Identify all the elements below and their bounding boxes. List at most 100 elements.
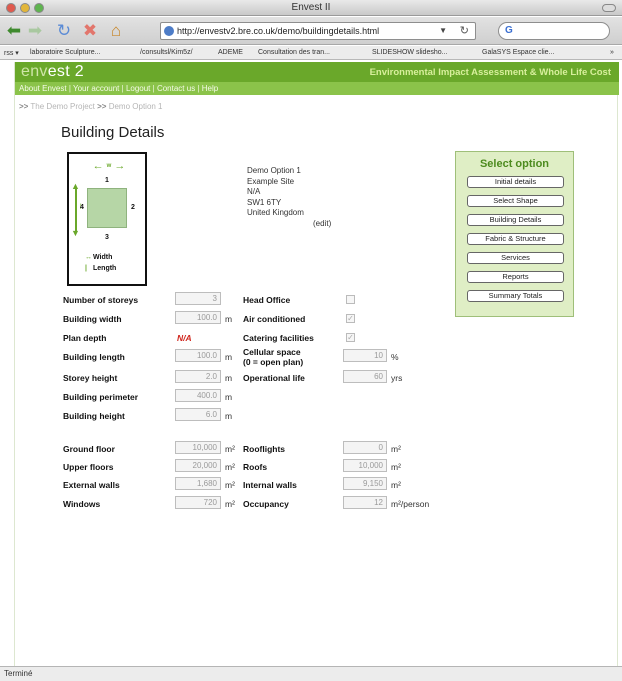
catering-facilities-label: Catering facilities — [243, 333, 314, 343]
bookmark-item[interactable]: laboratoire Sculpture... — [30, 49, 100, 56]
services-button[interactable]: Services — [467, 252, 564, 264]
internal-walls-unit: m² — [391, 480, 401, 490]
ground-floor-unit: m² — [225, 444, 235, 454]
select-shape-button[interactable]: Select Shape — [467, 195, 564, 207]
building-length-field[interactable]: 100.0 — [175, 349, 221, 362]
building-width-label: Building width — [63, 314, 122, 324]
occupancy-unit: m²/person — [391, 499, 430, 509]
nav-about-link[interactable]: About Envest — [19, 84, 67, 93]
external-walls-unit: m² — [225, 480, 235, 490]
bookmarks-overflow-icon[interactable]: » — [610, 49, 614, 56]
cellular-space-sublabel: (0 = open plan) — [243, 357, 304, 367]
upper-floors-label: Upper floors — [63, 462, 114, 472]
address-line: Demo Option 1 — [247, 166, 301, 175]
bookmark-item[interactable]: /consultsl/Kim5z/ — [140, 49, 193, 56]
site-logo[interactable]: envest 2 — [21, 63, 84, 81]
nav-contact-link[interactable]: Contact us — [157, 84, 195, 93]
logo-prefix: env — [21, 63, 48, 80]
operational-life-label: Operational life — [243, 373, 305, 383]
breadcrumb: >> The Demo Project >> Demo Option 1 — [19, 102, 163, 111]
bookmark-item[interactable]: GalaSYS Espace clie... — [482, 49, 554, 56]
cellular-space-field[interactable]: 10 — [343, 349, 387, 362]
width-key: ↔Width — [85, 254, 112, 261]
site-address: Demo Option 1 Example Site N/A SW1 6TY U… — [247, 166, 331, 228]
initial-details-button[interactable]: Initial details — [467, 176, 564, 188]
building-perimeter-field[interactable]: 400.0 — [175, 389, 221, 402]
bookmark-item[interactable]: Consultation des tran... — [258, 49, 330, 56]
site-tagline: Environmental Impact Assessment & Whole … — [369, 67, 611, 78]
cellular-space-label: Cellular space — [243, 347, 301, 357]
nav-separator: | — [68, 84, 71, 93]
bookmark-item[interactable]: rss ▾ — [4, 49, 19, 57]
status-bar: Terminé — [0, 666, 622, 681]
nav-help-link[interactable]: Help — [202, 84, 218, 93]
reports-button[interactable]: Reports — [467, 271, 564, 283]
plan-depth-label: Plan depth — [63, 333, 107, 343]
head-office-checkbox[interactable] — [346, 295, 355, 304]
address-reload-icon[interactable]: ↻ — [460, 23, 469, 39]
edit-address-link[interactable]: (edit) — [313, 219, 331, 230]
building-height-field[interactable]: 6.0 — [175, 408, 221, 421]
summary-totals-button[interactable]: Summary Totals — [467, 290, 564, 302]
rooflights-label: Rooflights — [243, 444, 286, 454]
roofs-label: Roofs — [243, 462, 268, 472]
rooflights-unit: m² — [391, 444, 401, 454]
air-conditioned-label: Air conditioned — [243, 314, 306, 324]
nav-logout-link[interactable]: Logout — [126, 84, 150, 93]
breadcrumb-project-link[interactable]: The Demo Project — [30, 102, 94, 111]
rooflights-field[interactable]: 0 — [343, 441, 387, 454]
occupancy-label: Occupancy — [243, 499, 289, 509]
catering-facilities-checkbox[interactable]: ✓ — [346, 333, 355, 342]
search-field[interactable]: G — [498, 22, 610, 40]
history-dropdown-icon[interactable]: ▼ — [439, 23, 447, 39]
site-header: envest 2 Environmental Impact Assessment… — [15, 62, 619, 82]
address-bar[interactable]: http://envestv2.bre.co.uk/demo/buildingd… — [160, 22, 476, 40]
roofs-field[interactable]: 10,000 — [343, 459, 387, 472]
ground-floor-label: Ground floor — [63, 444, 115, 454]
air-conditioned-checkbox[interactable]: ✓ — [346, 314, 355, 323]
building-height-label: Building height — [63, 411, 125, 421]
select-option-panel: Select option Initial details Select Sha… — [455, 151, 574, 317]
width-key-label: Width — [93, 254, 113, 261]
internal-walls-field[interactable]: 9,150 — [343, 477, 387, 490]
window-title: Envest II — [291, 2, 331, 13]
building-length-unit: m — [225, 352, 233, 362]
storeys-field[interactable]: 3 — [175, 292, 221, 305]
building-footprint — [87, 188, 127, 228]
side-label-1: 1 — [105, 177, 109, 184]
ground-floor-field[interactable]: 10,000 — [175, 441, 221, 454]
operational-life-unit: yrs — [391, 373, 403, 383]
home-icon[interactable]: ⌂ — [106, 21, 126, 41]
bookmark-item[interactable]: ADEME — [218, 49, 243, 56]
building-width-field[interactable]: 100.0 — [175, 311, 221, 324]
storeys-label: Number of storeys — [63, 295, 139, 305]
operational-life-field[interactable]: 60 — [343, 370, 387, 383]
building-details-button[interactable]: Building Details — [467, 214, 564, 226]
width-key-icon: ↔ — [85, 254, 92, 261]
logo-suffix: est 2 — [47, 63, 84, 80]
address-line: Example Site — [247, 176, 295, 186]
internal-walls-label: Internal walls — [243, 480, 297, 490]
bookmark-item[interactable]: SLIDESHOW slidesho... — [372, 49, 447, 56]
select-option-title: Select option — [479, 158, 550, 170]
back-arrow-icon[interactable]: ⬅ — [4, 21, 24, 41]
building-shape-diagram: ← w → 1 ▲ ▼ l 4 2 3 ↔Width | Length — [67, 152, 147, 286]
length-arrow-icon: ▲ ▼ l — [71, 181, 82, 238]
forward-arrow-icon[interactable]: ➡ — [26, 21, 44, 41]
nav-account-link[interactable]: Your account — [73, 84, 119, 93]
stop-icon[interactable]: ✖ — [80, 21, 100, 41]
occupancy-field[interactable]: 12 — [343, 496, 387, 509]
bookmarks-bar: rss ▾ laboratoire Sculpture... /consults… — [0, 46, 622, 60]
side-label-4: 4 — [80, 204, 84, 211]
breadcrumb-option-link[interactable]: Demo Option 1 — [109, 102, 163, 111]
reload-icon[interactable]: ↻ — [54, 21, 74, 41]
storey-height-field[interactable]: 2.0 — [175, 370, 221, 383]
toolbar-toggle-button[interactable] — [602, 4, 616, 12]
windows-field[interactable]: 720 — [175, 496, 221, 509]
external-walls-field[interactable]: 1,680 — [175, 477, 221, 490]
fabric-structure-button[interactable]: Fabric & Structure — [467, 233, 564, 245]
upper-floors-field[interactable]: 20,000 — [175, 459, 221, 472]
nav-separator: | — [121, 84, 124, 93]
storey-height-unit: m — [225, 373, 233, 383]
width-arrow-label: w — [106, 163, 112, 169]
